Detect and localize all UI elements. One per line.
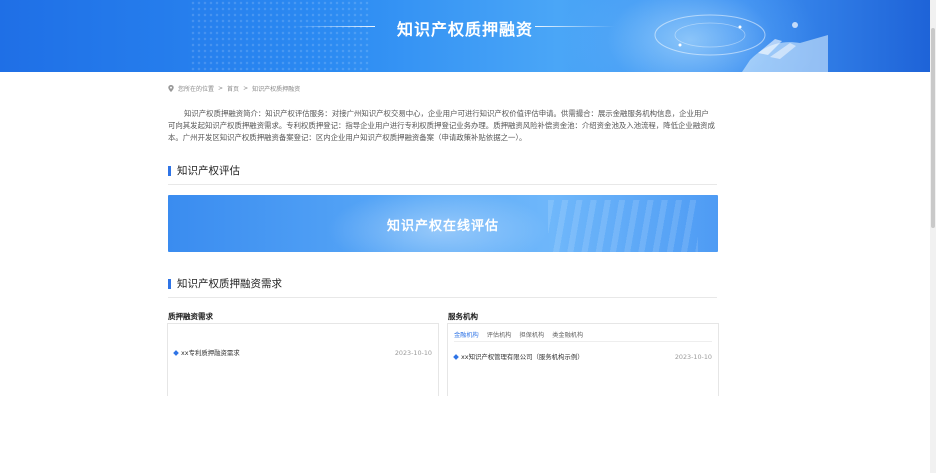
online-evaluation-label: 知识产权在线评估: [386, 219, 499, 234]
section-title-evaluation: 知识产权评估: [168, 163, 240, 178]
online-evaluation-banner[interactable]: 知识产权在线评估: [168, 195, 718, 252]
breadcrumb-separator: >: [218, 85, 224, 92]
location-pin-icon: [168, 85, 174, 92]
breadcrumb-prefix: 您所在的位置: [178, 86, 215, 93]
page-scrollbar[interactable]: [930, 0, 936, 473]
bullet-diamond-icon: [173, 349, 179, 356]
section-title-text: 知识产权评估: [177, 165, 240, 177]
list-item-name: xx专利质押融资需求: [173, 348, 240, 357]
list-item-name: xx知识产权管理有限公司（服务机构示例）: [453, 352, 584, 361]
banner-title: 知识产权质押融资: [396, 20, 533, 39]
section-divider: [168, 297, 717, 298]
list-item[interactable]: xx知识产权管理有限公司（服务机构示例） 2023-10-10: [453, 352, 712, 361]
pledge-demand-heading: 质押融资需求: [168, 312, 213, 321]
service-orgs-panel: 金融机构 评估机构 担保机构 类金融机构 xx知识产权管理有限公司（服务机构示例…: [447, 323, 719, 396]
section-title-demand: 知识产权质押融资需求: [168, 276, 282, 291]
breadcrumb-separator: >: [243, 85, 249, 92]
list-item-title[interactable]: xx知识产权管理有限公司（服务机构示例）: [461, 352, 584, 361]
list-item-title[interactable]: xx专利质押融资需求: [181, 348, 240, 357]
list-item[interactable]: xx专利质押融资需求 2023-10-10: [173, 348, 432, 357]
list-item-date: 2023-10-10: [674, 352, 712, 361]
breadcrumb-current: 知识产权质押融资: [252, 86, 301, 93]
section-title-text: 知识产权质押融资需求: [177, 278, 282, 290]
intro-paragraph: 知识产权质押融资简介：知识产权评估服务：对接广州知识产权交易中心，企业用户可进行…: [168, 109, 715, 142]
page-banner: 知识产权质押融资: [0, 0, 930, 72]
section-title-marker: [168, 165, 171, 176]
breadcrumb-home-link[interactable]: 首页: [227, 84, 239, 93]
service-orgs-heading: 服务机构: [448, 312, 478, 321]
breadcrumb: 您所在的位置 > 首页 > 知识产权质押融资: [168, 84, 300, 93]
section-divider: [168, 184, 717, 185]
list-item-date: 2023-10-10: [394, 348, 432, 357]
section-title-marker: [168, 278, 171, 289]
pledge-demand-panel: xx专利质押融资需求 2023-10-10: [167, 323, 439, 396]
scrollbar-thumb[interactable]: [931, 28, 935, 228]
tabs-divider: [454, 341, 712, 342]
bullet-diamond-icon: [453, 353, 459, 360]
